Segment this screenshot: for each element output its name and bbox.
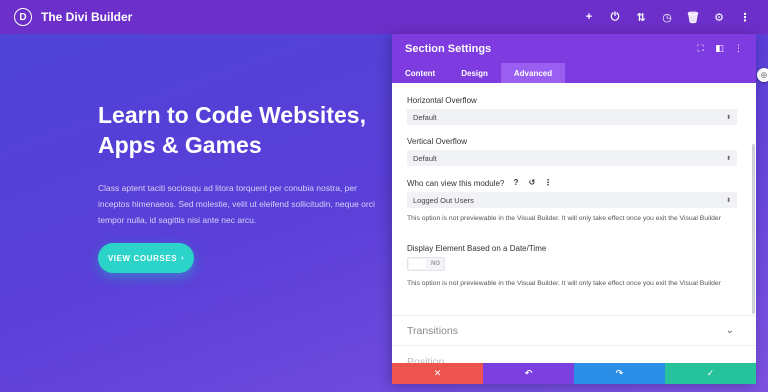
redo-button[interactable]: ↷	[574, 363, 665, 384]
visibility-note: This option is not previewable in the Vi…	[407, 215, 721, 222]
select-arrows-icon: ⬍	[725, 155, 731, 162]
panel-footer: ✕ ↶ ↷ ✓	[392, 363, 756, 384]
view-courses-button[interactable]: VIEW COURSES ›	[98, 243, 194, 273]
more-icon[interactable]: ⋮	[732, 11, 758, 24]
check-icon: ✓	[706, 368, 715, 378]
chevron-down-icon[interactable]: ⌄	[726, 325, 734, 336]
panel-title: Section Settings	[405, 42, 492, 55]
hero-body: Class aptent taciti sociosqu ad litora t…	[98, 183, 375, 225]
field-more-icon[interactable]: ⋮	[542, 177, 554, 189]
panel-tabs: Content Design Advanced	[392, 63, 756, 83]
select-arrows-icon: ⬍	[725, 114, 731, 121]
add-icon[interactable]: +	[576, 11, 602, 23]
cta-label: VIEW COURSES	[107, 253, 178, 263]
select-arrows-icon: ⬍	[725, 197, 731, 204]
topbar-actions: + ⏻ ⇅ ◷ 🗑 ⚙ ⋮	[576, 0, 758, 34]
schedule-note: This option is not previewable in the Vi…	[407, 280, 721, 287]
split-view-icon[interactable]: ◧	[710, 43, 729, 54]
chevron-right-icon: ›	[181, 254, 185, 262]
panel-header-icons: ⛶ ◧ ⋮	[691, 34, 748, 63]
panel-more-icon[interactable]: ⋮	[729, 43, 748, 54]
visibility-label: Who can view this module?	[407, 179, 505, 188]
horizontal-overflow-select[interactable]: Default ⬍	[407, 109, 737, 125]
horizontal-overflow-label: Horizontal Overflow	[407, 96, 477, 105]
sort-icon[interactable]: ⇅	[628, 11, 654, 24]
visibility-field-icons: ? ↺ ⋮	[510, 177, 554, 189]
builder-topbar: D The Divi Builder + ⏻ ⇅ ◷ 🗑 ⚙ ⋮	[0, 0, 768, 34]
tab-advanced[interactable]: Advanced	[500, 63, 566, 83]
divider	[392, 345, 756, 346]
visibility-value: Logged Out Users	[413, 195, 474, 205]
undo-button[interactable]: ↶	[483, 363, 574, 384]
horizontal-overflow-value: Default	[413, 112, 437, 122]
divi-logo: D	[14, 8, 32, 26]
help-icon[interactable]: ?	[510, 177, 522, 189]
expand-icon[interactable]: ⛶	[691, 43, 710, 54]
tab-design[interactable]: Design	[448, 63, 501, 83]
divider	[392, 315, 756, 316]
schedule-toggle[interactable]: NO	[407, 257, 445, 271]
redo-icon: ↷	[615, 368, 624, 378]
gear-icon[interactable]: ⚙	[706, 11, 732, 24]
save-button[interactable]: ✓	[665, 363, 756, 384]
panel-body: Horizontal Overflow Default ⬍ Vertical O…	[392, 83, 756, 364]
undo-icon: ↶	[524, 368, 533, 378]
discard-button[interactable]: ✕	[392, 363, 483, 384]
vertical-overflow-select[interactable]: Default ⬍	[407, 150, 737, 166]
app-title: The Divi Builder	[41, 10, 133, 24]
trash-icon[interactable]: 🗑	[680, 11, 706, 24]
reset-icon[interactable]: ↺	[526, 177, 538, 189]
section-settings-panel: Section Settings ⛶ ◧ ⋮ Content Design Ad…	[392, 34, 756, 384]
visibility-select[interactable]: Logged Out Users ⬍	[407, 192, 737, 208]
power-icon[interactable]: ⏻	[602, 11, 628, 24]
vertical-overflow-value: Default	[413, 153, 437, 163]
panel-scrollbar[interactable]	[752, 144, 755, 314]
drag-icon: ⊕	[760, 69, 768, 80]
tab-content[interactable]: Content	[392, 63, 448, 83]
panel-header: Section Settings ⛶ ◧ ⋮	[392, 34, 756, 63]
close-icon: ✕	[433, 368, 442, 378]
vertical-overflow-label: Vertical Overflow	[407, 137, 468, 146]
toggle-knob	[409, 259, 426, 269]
panel-resize-handle[interactable]: ⊕	[757, 68, 768, 82]
history-icon[interactable]: ◷	[654, 11, 680, 24]
transitions-group[interactable]: Transitions	[407, 325, 458, 337]
toggle-state: NO	[431, 261, 440, 267]
schedule-label: Display Element Based on a Date/Time	[407, 244, 547, 253]
hero-title: Learn to Code Websites, Apps & Games	[98, 102, 366, 158]
